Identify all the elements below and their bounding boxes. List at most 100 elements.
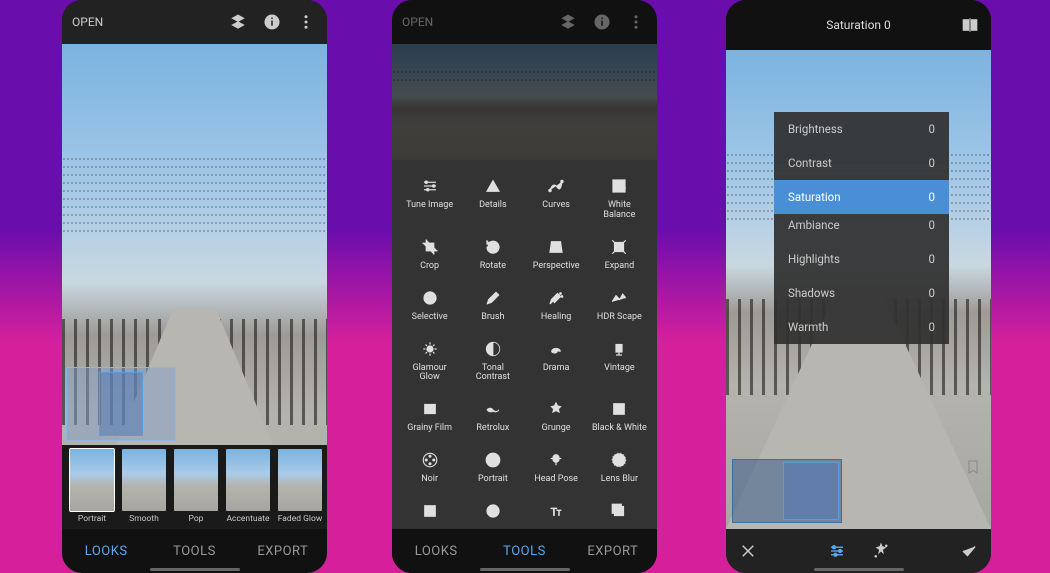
tool-icon (483, 399, 503, 419)
tab-looks[interactable]: LOOKS (62, 529, 150, 573)
adjust-name: Highlights (788, 252, 840, 266)
tool-label: Grainy Film (407, 424, 452, 434)
tool-label: Head Pose (534, 475, 578, 485)
tab-export[interactable]: EXPORT (239, 529, 327, 573)
tool-label: Crop (420, 262, 439, 272)
compare-icon[interactable] (959, 14, 981, 36)
tool-drama[interactable]: Drama (525, 333, 588, 394)
layers-icon[interactable] (227, 11, 249, 33)
bottom-nav: LOOKS TOOLS EXPORT (392, 529, 657, 573)
tab-tools[interactable]: TOOLS (480, 529, 568, 573)
tool-icon (420, 501, 440, 521)
tool-icon (483, 339, 503, 359)
tab-looks[interactable]: LOOKS (392, 529, 480, 573)
tool-partial[interactable] (588, 495, 651, 529)
adjustments-panel[interactable]: Brightness0Contrast0Saturation0Ambiance0… (774, 112, 949, 344)
more-icon[interactable] (295, 11, 317, 33)
tool-lens-blur[interactable]: Lens Blur (588, 444, 651, 495)
open-button[interactable]: OPEN (72, 15, 103, 29)
tool-hdr-scape[interactable]: HDR Scape (588, 282, 651, 333)
tool-label: Portrait (478, 475, 508, 485)
tool-tune-image[interactable]: Tune Image (398, 170, 461, 231)
tool-black-white[interactable]: Black & White (588, 393, 651, 444)
adjust-highlights[interactable]: Highlights0 (774, 242, 949, 276)
filter-strip[interactable]: Portrait Smooth PopAccentuateFaded Glow (62, 445, 327, 529)
more-icon (625, 11, 647, 33)
filter-thumb (174, 449, 218, 511)
tool-perspective[interactable]: Perspective (525, 231, 588, 282)
tool-icon (546, 176, 566, 196)
tab-export[interactable]: EXPORT (569, 529, 657, 573)
tool-expand[interactable]: Expand (588, 231, 651, 282)
preview-thumbnail[interactable] (66, 367, 176, 441)
filter-smooth[interactable]: Smooth (120, 449, 168, 524)
filter-portrait[interactable]: Portrait (68, 449, 116, 524)
adjust-value: 0 (929, 218, 935, 232)
confirm-button[interactable] (947, 542, 991, 560)
tool-icon (483, 501, 503, 521)
filter-label: Portrait (68, 514, 116, 524)
tool-partial[interactable]: TT (525, 495, 588, 529)
phone-adjust-view: Saturation 0 Brightness0Contrast0Saturat… (726, 0, 991, 573)
tool-grainy-film[interactable]: Grainy Film (398, 393, 461, 444)
info-icon (591, 11, 613, 33)
tool-rotate[interactable]: Rotate (461, 231, 524, 282)
adjust-brightness[interactable]: Brightness0 (774, 112, 949, 146)
svg-text:wb: wb (616, 183, 627, 193)
tool-portrait[interactable]: Portrait (461, 444, 524, 495)
tool-selective[interactable]: Selective (398, 282, 461, 333)
tool-label: Curves (542, 201, 570, 211)
tool-white-balance[interactable]: wb White Balance (588, 170, 651, 231)
filter-thumb (122, 449, 166, 511)
cancel-button[interactable] (726, 542, 770, 560)
tool-label: Grunge (542, 424, 571, 434)
tool-curves[interactable]: Curves (525, 170, 588, 231)
tool-icon (420, 339, 440, 359)
tool-brush[interactable]: Brush (461, 282, 524, 333)
tool-vintage[interactable]: Vintage (588, 333, 651, 394)
adjust-shadows[interactable]: Shadows0 (774, 276, 949, 310)
tab-tools[interactable]: TOOLS (150, 529, 238, 573)
svg-text:T: T (557, 509, 562, 518)
tool-healing[interactable]: Healing (525, 282, 588, 333)
sliders-icon[interactable] (815, 542, 859, 560)
adjust-value: 0 (929, 156, 935, 170)
tool-glamour-glow[interactable]: Glamour Glow (398, 333, 461, 394)
filter-label: Smooth (120, 514, 168, 524)
info-icon[interactable] (261, 11, 283, 33)
filter-faded-glow[interactable]: Faded Glow (276, 449, 324, 524)
bookmark-icon[interactable] (965, 459, 983, 477)
tool-crop[interactable]: Crop (398, 231, 461, 282)
tool-grunge[interactable]: Grunge (525, 393, 588, 444)
tool-icon (546, 450, 566, 470)
tool-icon (609, 339, 629, 359)
adjust-value: 0 (929, 286, 935, 300)
adjust-title-bar: Saturation 0 (726, 0, 991, 50)
tool-noir[interactable]: Noir (398, 444, 461, 495)
adjust-ambiance[interactable]: Ambiance0 (774, 214, 949, 242)
adjust-bottom-bar (726, 529, 991, 573)
tool-icon (609, 237, 629, 257)
tool-tonal-contrast[interactable]: Tonal Contrast (461, 333, 524, 394)
tool-head-pose[interactable]: Head Pose (525, 444, 588, 495)
tool-icon (420, 288, 440, 308)
preview-thumbnail[interactable] (732, 459, 842, 523)
tool-partial[interactable] (398, 495, 461, 529)
tool-retrolux[interactable]: Retrolux (461, 393, 524, 444)
auto-adjust-icon[interactable] (859, 542, 903, 560)
tool-label: Vintage (604, 364, 635, 374)
filter-pop[interactable]: Pop (172, 449, 220, 524)
tool-partial[interactable] (461, 495, 524, 529)
tool-label: Healing (541, 313, 572, 323)
tool-label: Brush (481, 313, 504, 323)
tool-label: Retrolux (476, 424, 509, 434)
adjust-value: 0 (929, 122, 935, 136)
adjust-value: 0 (929, 190, 935, 204)
tool-label: White Balance (591, 201, 647, 221)
adjust-warmth[interactable]: Warmth0 (774, 310, 949, 344)
filter-accentuate[interactable]: Accentuate (224, 449, 272, 524)
layers-icon (557, 11, 579, 33)
tool-details[interactable]: Details (461, 170, 524, 231)
adjust-saturation[interactable]: Saturation0 (774, 180, 949, 214)
adjust-contrast[interactable]: Contrast0 (774, 146, 949, 180)
